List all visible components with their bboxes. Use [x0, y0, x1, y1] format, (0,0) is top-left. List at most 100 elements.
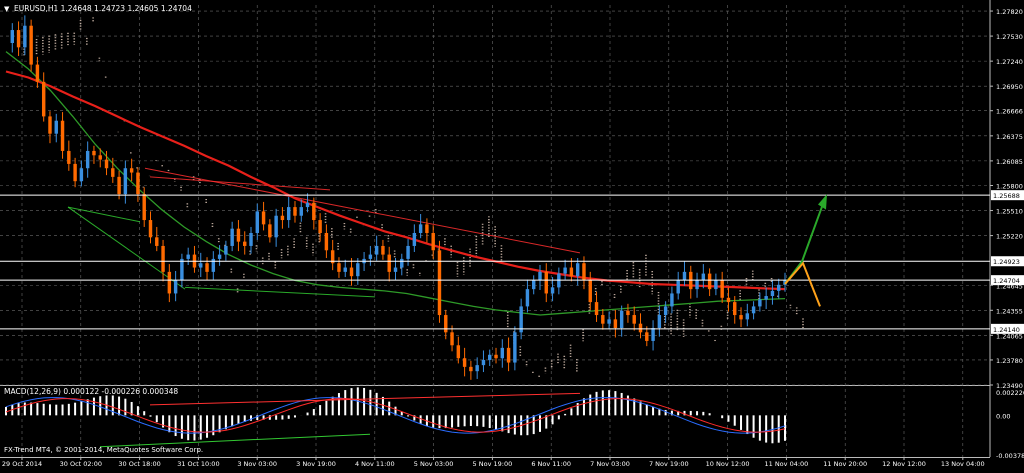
candle-down	[431, 233, 435, 251]
candle-down	[381, 245, 385, 255]
candle-down	[582, 263, 586, 281]
candle-up	[770, 290, 775, 297]
candle-up	[393, 267, 398, 272]
candle-up	[777, 284, 781, 291]
candle-up	[481, 359, 486, 366]
candle-up	[199, 263, 203, 268]
candle-up	[412, 233, 417, 246]
candle-down	[601, 315, 605, 324]
candle-down	[167, 271, 172, 294]
candle-down	[506, 347, 511, 363]
candle-down	[236, 228, 241, 242]
time-tick-label: 29 Oct 2014	[2, 460, 42, 468]
candle-down	[739, 315, 743, 320]
candle-up	[745, 313, 750, 320]
candle-up	[23, 25, 27, 48]
candle-up	[676, 280, 680, 294]
price-tick-label: 1.25510	[996, 208, 1023, 216]
time-tick-label: 3 Nov 19:00	[296, 460, 336, 468]
price-tick-label: 1.24355	[996, 307, 1023, 315]
candle-down	[456, 345, 461, 359]
time-tick-label: 11 Nov 04:00	[764, 460, 808, 468]
candle-up	[10, 30, 14, 43]
candle-up	[488, 354, 492, 360]
time-tick-label: 7 Nov 19:00	[649, 460, 689, 468]
chart-canvas[interactable]: 1.256881.249231.247041.24140 0.0022260.0…	[0, 0, 1024, 469]
candle-down	[73, 163, 77, 182]
time-tick-label: 7 Nov 03:00	[590, 460, 630, 468]
time-tick-label: 30 Oct 02:00	[60, 460, 102, 468]
macd-tick-label: 0.002226	[996, 389, 1024, 397]
candle-up	[180, 258, 184, 281]
candle-up	[368, 254, 373, 259]
candle-up	[651, 328, 655, 341]
chart-menu-icon[interactable]: ▼	[4, 5, 10, 13]
candle-down	[29, 25, 33, 65]
price-tick-label: 1.24065	[996, 332, 1023, 340]
candle-down	[337, 263, 341, 272]
candle-down	[707, 273, 712, 290]
candle-down	[733, 302, 737, 316]
time-tick-label: 4 Nov 11:00	[355, 460, 395, 468]
candle-up	[418, 224, 423, 233]
candle-up	[400, 258, 404, 268]
candle-down	[726, 297, 731, 303]
time-tick-label: 3 Nov 03:00	[237, 460, 277, 468]
candle-down	[632, 315, 636, 324]
candle-up	[173, 280, 178, 294]
candle-down	[425, 224, 429, 233]
candle-up	[186, 254, 190, 259]
time-tick-label: 12 Nov 12:00	[882, 460, 926, 468]
symbol-header: EURUSD,H1 1.24648 1.24723 1.24605 1.2470…	[14, 4, 192, 13]
candle-down	[450, 332, 454, 346]
candle-down	[588, 280, 592, 303]
candle-down	[41, 81, 46, 117]
candle-down	[387, 254, 391, 272]
time-tick-label: 11 Nov 20:00	[823, 460, 867, 468]
level-price-label: 1.24923	[993, 258, 1020, 266]
candle-down	[129, 168, 134, 173]
candle-down	[469, 366, 473, 372]
price-tick-label: 1.26085	[996, 158, 1023, 166]
candle-up	[249, 233, 253, 246]
candle-down	[35, 64, 40, 82]
candle-up	[406, 245, 410, 259]
candle-up	[123, 168, 128, 195]
candle-up	[531, 280, 536, 290]
candle-down	[318, 220, 322, 233]
candle-down	[349, 267, 354, 277]
candle-up	[701, 273, 706, 281]
candle-up	[374, 245, 379, 255]
candle-up	[286, 207, 291, 221]
candle-up	[764, 296, 768, 300]
time-tick-label: 5 Nov 19:00	[473, 460, 513, 468]
price-tick-label: 1.26950	[996, 83, 1023, 91]
time-tick-label: 31 Oct 10:00	[177, 460, 219, 468]
candle-down	[613, 319, 618, 328]
candle-up	[657, 315, 662, 328]
candle-down	[268, 224, 272, 238]
candle-up	[525, 289, 530, 307]
candle-down	[117, 176, 121, 195]
candle-up	[305, 202, 310, 208]
candle-down	[626, 310, 630, 316]
candle-down	[48, 116, 52, 134]
candle-down	[111, 168, 115, 177]
candle-down	[594, 302, 599, 316]
price-tick-label: 1.26375	[996, 133, 1023, 141]
chart-background	[0, 0, 1024, 469]
candle-down	[205, 263, 209, 272]
time-tick-label: 10 Nov 12:00	[706, 460, 750, 468]
chart-window[interactable]: 1.25688 1.24923 1.24704 1.24140 0.002226 0.0…	[0, 0, 1024, 469]
candle-up	[550, 287, 555, 294]
candle-down	[494, 354, 498, 359]
candle-up	[255, 211, 260, 233]
candle-down	[243, 241, 247, 246]
candle-down	[148, 220, 153, 238]
candle-up	[54, 120, 58, 134]
candle-down	[92, 150, 96, 156]
price-tick-label: 1.27240	[996, 58, 1023, 66]
candle-down	[324, 233, 329, 251]
candle-up	[758, 299, 762, 307]
candle-down	[437, 250, 442, 316]
